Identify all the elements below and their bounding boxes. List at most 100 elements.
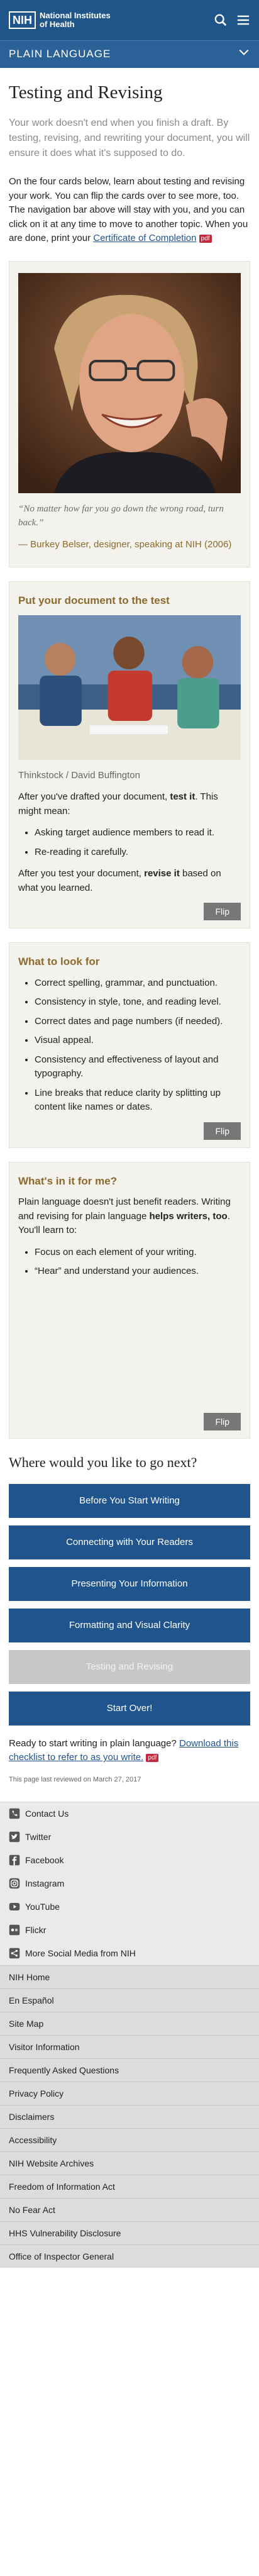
facebook-icon — [9, 1854, 20, 1866]
logo-abbreviation: NIH — [13, 14, 32, 26]
footer-link-nih-home[interactable]: NIH Home — [0, 1965, 259, 1988]
card-footer: Flip — [204, 1412, 241, 1430]
footer-link-archives[interactable]: NIH Website Archives — [0, 2151, 259, 2175]
download-paragraph: Ready to start writing in plain language… — [9, 1737, 250, 1765]
card-paragraph: After you've drafted your document, test… — [18, 790, 241, 818]
facebook-link[interactable]: Facebook — [0, 1849, 259, 1872]
section-nav-toggle[interactable]: PLAIN LANGUAGE — [0, 40, 259, 68]
social-label: Flickr — [25, 1925, 47, 1935]
instagram-icon — [9, 1878, 20, 1889]
list-item: Correct spelling, grammar, and punctuati… — [35, 976, 241, 991]
footer-link-espanol[interactable]: En Español — [0, 1988, 259, 2012]
contact-us-link[interactable]: Contact Us — [0, 1802, 259, 1826]
bold-text: revise it — [144, 868, 180, 879]
bullet-list: Correct spelling, grammar, and punctuati… — [18, 976, 241, 1115]
download-text: Ready to start writing in plain language… — [9, 1737, 179, 1749]
twitter-icon — [9, 1831, 20, 1843]
youtube-link[interactable]: YouTube — [0, 1895, 259, 1919]
bullet-list: Focus on each element of your writing. “… — [18, 1246, 241, 1279]
nih-logo[interactable]: NIH National Institutes of Health — [9, 11, 111, 30]
footer-link-disclaimers[interactable]: Disclaimers — [0, 2104, 259, 2128]
footer-link-vulnerability[interactable]: HHS Vulnerability Disclosure — [0, 2221, 259, 2244]
flickr-icon — [9, 1924, 20, 1936]
site-footer: Contact Us Twitter Facebook Instagram Yo… — [0, 1801, 259, 2268]
social-links: Contact Us Twitter Facebook Instagram Yo… — [0, 1801, 259, 1965]
list-item: Consistency and effectiveness of layout … — [35, 1053, 241, 1081]
text-segment: After you test your document, — [18, 868, 145, 879]
phone-icon — [9, 1808, 20, 1819]
instagram-link[interactable]: Instagram — [0, 1872, 259, 1895]
lead-paragraph: On the four cards below, learn about tes… — [9, 175, 250, 246]
card-paragraph: Plain language doesn't just benefit read… — [18, 1195, 241, 1238]
footer-link-accessibility[interactable]: Accessibility — [0, 2127, 259, 2151]
section-title: PLAIN LANGUAGE — [9, 48, 111, 60]
bold-text: helps writers, too — [149, 1210, 228, 1222]
list-item: Line breaks that reduce clarity by split… — [35, 1086, 241, 1115]
flip-button[interactable]: Flip — [204, 903, 241, 921]
last-reviewed: This page last reviewed on March 27, 201… — [9, 1775, 141, 1783]
share-icon — [9, 1948, 20, 1959]
intro-paragraph: Your work doesn't end when you finish a … — [9, 118, 250, 159]
search-icon[interactable] — [214, 13, 228, 27]
bullet-list: Asking target audience members to read i… — [18, 826, 241, 859]
flickr-link[interactable]: Flickr — [0, 1919, 259, 1942]
speaker-photo — [18, 272, 241, 493]
test-card: Put your document to the test Thinkstock… — [9, 581, 250, 929]
card-title: Put your document to the test — [18, 594, 170, 607]
list-item: Consistency in style, tone, and reading … — [35, 995, 241, 1010]
more-social-link[interactable]: More Social Media from NIH — [0, 1942, 259, 1965]
card-paragraph: After you test your document, revise it … — [18, 867, 241, 895]
card-footer: Flip — [18, 903, 241, 921]
list-item: Correct dates and page numbers (if neede… — [35, 1015, 241, 1029]
page-title: Testing and Revising — [9, 82, 163, 103]
chevron-down-icon — [238, 46, 250, 64]
text-segment: After you've drafted your document, — [18, 791, 170, 803]
formatting-clarity-button[interactable]: Formatting and Visual Clarity — [9, 1608, 250, 1642]
connecting-readers-button[interactable]: Connecting with Your Readers — [9, 1525, 250, 1559]
social-label: Facebook — [25, 1855, 64, 1865]
before-you-start-button[interactable]: Before You Start Writing — [9, 1483, 250, 1518]
social-label: Instagram — [25, 1878, 65, 1888]
benefits-card: What's in it for me? Plain language does… — [9, 1161, 250, 1439]
list-item: Focus on each element of your writing. — [35, 1246, 241, 1260]
social-label: Contact Us — [25, 1809, 69, 1819]
next-steps-title: Where would you like to go next? — [9, 1454, 197, 1470]
list-item: Re-reading it carefully. — [35, 845, 241, 860]
testing-revising-button: Testing and Revising — [9, 1649, 250, 1684]
presenting-info-button[interactable]: Presenting Your Information — [9, 1566, 250, 1601]
quote-source: — Burkey Belser, designer, speaking at N… — [18, 538, 232, 550]
flip-button[interactable]: Flip — [204, 1122, 241, 1140]
social-label: YouTube — [25, 1902, 60, 1912]
header-icons — [214, 13, 250, 27]
pdf-badge: pdf — [146, 1753, 159, 1762]
top-bar: NIH National Institutes of Health — [0, 0, 259, 40]
start-over-button[interactable]: Start Over! — [9, 1691, 250, 1726]
logo-line-2: of Health — [40, 20, 75, 29]
youtube-icon — [9, 1903, 20, 1911]
site-header: NIH National Institutes of Health PLAIN … — [0, 0, 259, 68]
certificate-link[interactable]: Certificate of Completion — [93, 233, 196, 243]
footer-link-no-fear[interactable]: No Fear Act — [0, 2197, 259, 2221]
flip-button[interactable]: Flip — [204, 1412, 241, 1430]
list-item: “Hear” and understand your audiences. — [35, 1264, 241, 1279]
footer-link-site-map[interactable]: Site Map — [0, 2011, 259, 2035]
social-label: More Social Media from NIH — [25, 1948, 136, 1958]
logo-line-1: National Institutes — [40, 10, 111, 20]
footer-link-faq[interactable]: Frequently Asked Questions — [0, 2058, 259, 2082]
twitter-link[interactable]: Twitter — [0, 1826, 259, 1849]
logo-text: National Institutes of Health — [40, 11, 111, 30]
next-steps-nav: Before You Start Writing Connecting with… — [9, 1483, 250, 1726]
menu-icon[interactable] — [236, 13, 250, 27]
card-title: What to look for — [18, 956, 100, 968]
meeting-photo — [18, 615, 241, 760]
list-item: Asking target audience members to read i… — [35, 826, 241, 840]
footer-link-foia[interactable]: Freedom of Information Act — [0, 2174, 259, 2198]
card-footer: Flip — [18, 1122, 241, 1140]
footer-link-visitor-info[interactable]: Visitor Information — [0, 2034, 259, 2058]
card-title: What's in it for me? — [18, 1174, 118, 1187]
pdf-badge: pdf — [199, 234, 212, 243]
footer-link-inspector-general[interactable]: Office of Inspector General — [0, 2244, 259, 2268]
list-item: Visual appeal. — [35, 1034, 241, 1048]
nih-logo-mark: NIH — [9, 11, 36, 29]
footer-link-privacy[interactable]: Privacy Policy — [0, 2081, 259, 2105]
